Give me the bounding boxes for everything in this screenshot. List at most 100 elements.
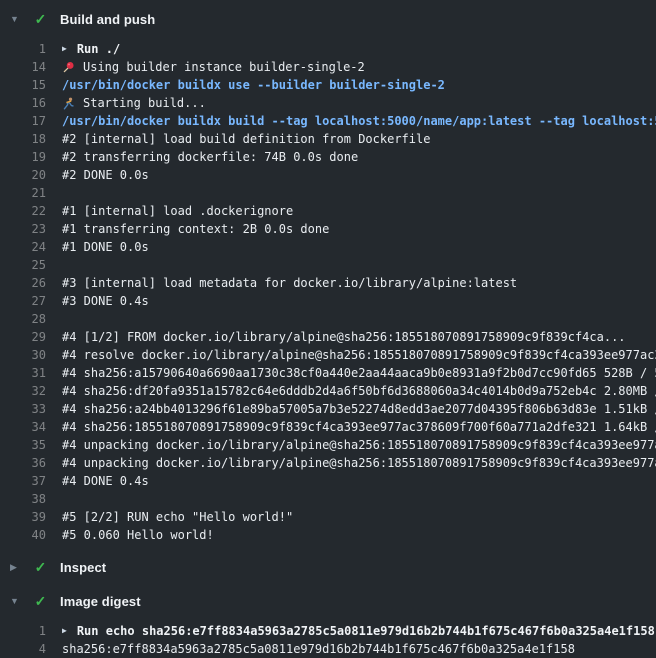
- chevron-down-icon[interactable]: ▼: [10, 596, 24, 606]
- log-line-content: #4 [1/2] FROM docker.io/library/alpine@s…: [62, 328, 626, 346]
- log-line[interactable]: 20 #2 DONE 0.0s: [0, 166, 656, 184]
- line-number[interactable]: 21: [0, 184, 46, 202]
- log-line[interactable]: 23 #1 transferring context: 2B 0.0s done: [0, 220, 656, 238]
- line-number[interactable]: 20: [0, 166, 46, 184]
- log-line-text: Starting build...: [83, 94, 206, 112]
- line-number[interactable]: 18: [0, 130, 46, 148]
- line-number[interactable]: 33: [0, 400, 46, 418]
- section-title: Inspect: [60, 560, 106, 575]
- log-line[interactable]: 37 #4 DONE 0.4s: [0, 472, 656, 490]
- log-line-content: #5 [2/2] RUN echo "Hello world!": [62, 508, 293, 526]
- runner-icon: [62, 97, 75, 110]
- line-number[interactable]: 14: [0, 58, 46, 76]
- log-line-content: #4 sha256:df20fa9351a15782c64e6dddb2d4a6…: [62, 382, 656, 400]
- expand-caret-icon[interactable]: ▶: [62, 40, 67, 58]
- log-line[interactable]: 17 /usr/bin/docker buildx build --tag lo…: [0, 112, 656, 130]
- log-line-content: #4 DONE 0.4s: [62, 472, 149, 490]
- log-line-text: #2 DONE 0.0s: [62, 166, 149, 184]
- log-line[interactable]: 40 #5 0.060 Hello world!: [0, 526, 656, 544]
- line-number[interactable]: 36: [0, 454, 46, 472]
- log-line[interactable]: 33 #4 sha256:a24bb4013296f61e89ba57005a7…: [0, 400, 656, 418]
- log-line-text: #4 sha256:a24bb4013296f61e89ba57005a7b3e…: [62, 400, 656, 418]
- log-line[interactable]: 28: [0, 310, 656, 328]
- workflow-log-viewer: ▼ ✓ Build and push 1 ▶Run ./ 14 Using bu…: [0, 0, 656, 658]
- log-line[interactable]: 25: [0, 256, 656, 274]
- line-number[interactable]: 1: [0, 622, 46, 640]
- line-number[interactable]: 32: [0, 382, 46, 400]
- log-line-text: #4 sha256:185518070891758909c9f839cf4ca3…: [62, 418, 656, 436]
- log-line[interactable]: 18 #2 [internal] load build definition f…: [0, 130, 656, 148]
- line-number[interactable]: 30: [0, 346, 46, 364]
- line-number[interactable]: 1: [0, 40, 46, 58]
- log-line-text: #4 sha256:a15790640a6690aa1730c38cf0a440…: [62, 364, 656, 382]
- log-line[interactable]: 16 Starting build...: [0, 94, 656, 112]
- log-line[interactable]: 27 #3 DONE 0.4s: [0, 292, 656, 310]
- line-number[interactable]: 26: [0, 274, 46, 292]
- log-line-content: #4 unpacking docker.io/library/alpine@sh…: [62, 454, 656, 472]
- log-line[interactable]: 39 #5 [2/2] RUN echo "Hello world!": [0, 508, 656, 526]
- log-line[interactable]: 38: [0, 490, 656, 508]
- line-number[interactable]: 24: [0, 238, 46, 256]
- log-line[interactable]: 31 #4 sha256:a15790640a6690aa1730c38cf0a…: [0, 364, 656, 382]
- line-number[interactable]: 35: [0, 436, 46, 454]
- log-line-content: #2 transferring dockerfile: 74B 0.0s don…: [62, 148, 358, 166]
- log-line[interactable]: 32 #4 sha256:df20fa9351a15782c64e6dddb2d…: [0, 382, 656, 400]
- log-line[interactable]: 30 #4 resolve docker.io/library/alpine@s…: [0, 346, 656, 364]
- section-header[interactable]: ▶ ✓ Inspect: [0, 550, 656, 584]
- log-line[interactable]: 35 #4 unpacking docker.io/library/alpine…: [0, 436, 656, 454]
- line-number[interactable]: 31: [0, 364, 46, 382]
- log-line-text: Using builder instance builder-single-2: [83, 58, 365, 76]
- log-line-text: #1 DONE 0.0s: [62, 238, 149, 256]
- chevron-right-icon[interactable]: ▶: [10, 562, 24, 573]
- log-line[interactable]: 15 /usr/bin/docker buildx use --builder …: [0, 76, 656, 94]
- log-line[interactable]: 21: [0, 184, 656, 202]
- log-line-text: #4 DONE 0.4s: [62, 472, 149, 490]
- log-line[interactable]: 19 #2 transferring dockerfile: 74B 0.0s …: [0, 148, 656, 166]
- log-line[interactable]: 29 #4 [1/2] FROM docker.io/library/alpin…: [0, 328, 656, 346]
- log-line-content: #2 [internal] load build definition from…: [62, 130, 430, 148]
- log-line-text: #5 [2/2] RUN echo "Hello world!": [62, 508, 293, 526]
- line-number[interactable]: 4: [0, 640, 46, 658]
- line-number[interactable]: 19: [0, 148, 46, 166]
- line-number[interactable]: 39: [0, 508, 46, 526]
- line-number[interactable]: 38: [0, 490, 46, 508]
- log-line-content: #5 0.060 Hello world!: [62, 526, 214, 544]
- line-number[interactable]: 27: [0, 292, 46, 310]
- expand-caret-icon[interactable]: ▶: [62, 622, 67, 640]
- log-line[interactable]: 1 ▶Run echo sha256:e7ff8834a5963a2785c5a…: [0, 622, 656, 640]
- log-line-content: sha256:e7ff8834a5963a2785c5a0811e979d16b…: [62, 640, 575, 658]
- line-number[interactable]: 40: [0, 526, 46, 544]
- log-line-text: #4 unpacking docker.io/library/alpine@sh…: [62, 436, 656, 454]
- log-line-content: /usr/bin/docker buildx use --builder bui…: [62, 76, 445, 94]
- log-line-text: #2 transferring dockerfile: 74B 0.0s don…: [62, 148, 358, 166]
- log-line-content: /usr/bin/docker buildx build --tag local…: [62, 112, 656, 130]
- log-line[interactable]: 34 #4 sha256:185518070891758909c9f839cf4…: [0, 418, 656, 436]
- line-number[interactable]: 16: [0, 94, 46, 112]
- log-line-content: #3 [internal] load metadata for docker.i…: [62, 274, 517, 292]
- log-line-text: #4 sha256:df20fa9351a15782c64e6dddb2d4a6…: [62, 382, 656, 400]
- line-number[interactable]: 29: [0, 328, 46, 346]
- line-number[interactable]: 34: [0, 418, 46, 436]
- section-header[interactable]: ▼ ✓ Image digest: [0, 584, 656, 618]
- log-line-text: #1 [internal] load .dockerignore: [62, 202, 293, 220]
- log-line-content: #4 unpacking docker.io/library/alpine@sh…: [62, 436, 656, 454]
- log-section-inspect: ▶ ✓ Inspect: [0, 550, 656, 584]
- log-line[interactable]: 14 Using builder instance builder-single…: [0, 58, 656, 76]
- log-line[interactable]: 36 #4 unpacking docker.io/library/alpine…: [0, 454, 656, 472]
- line-number[interactable]: 25: [0, 256, 46, 274]
- log-line-text: #4 unpacking docker.io/library/alpine@sh…: [62, 454, 656, 472]
- log-line[interactable]: 22 #1 [internal] load .dockerignore: [0, 202, 656, 220]
- log-line[interactable]: 26 #3 [internal] load metadata for docke…: [0, 274, 656, 292]
- success-check-icon: ✓: [32, 11, 49, 28]
- line-number[interactable]: 23: [0, 220, 46, 238]
- log-line[interactable]: 1 ▶Run ./: [0, 40, 656, 58]
- chevron-down-icon[interactable]: ▼: [10, 14, 24, 24]
- log-line[interactable]: 24 #1 DONE 0.0s: [0, 238, 656, 256]
- section-header[interactable]: ▼ ✓ Build and push: [0, 2, 656, 36]
- line-number[interactable]: 28: [0, 310, 46, 328]
- line-number[interactable]: 17: [0, 112, 46, 130]
- line-number[interactable]: 22: [0, 202, 46, 220]
- log-line[interactable]: 4 sha256:e7ff8834a5963a2785c5a0811e979d1…: [0, 640, 656, 658]
- line-number[interactable]: 37: [0, 472, 46, 490]
- line-number[interactable]: 15: [0, 76, 46, 94]
